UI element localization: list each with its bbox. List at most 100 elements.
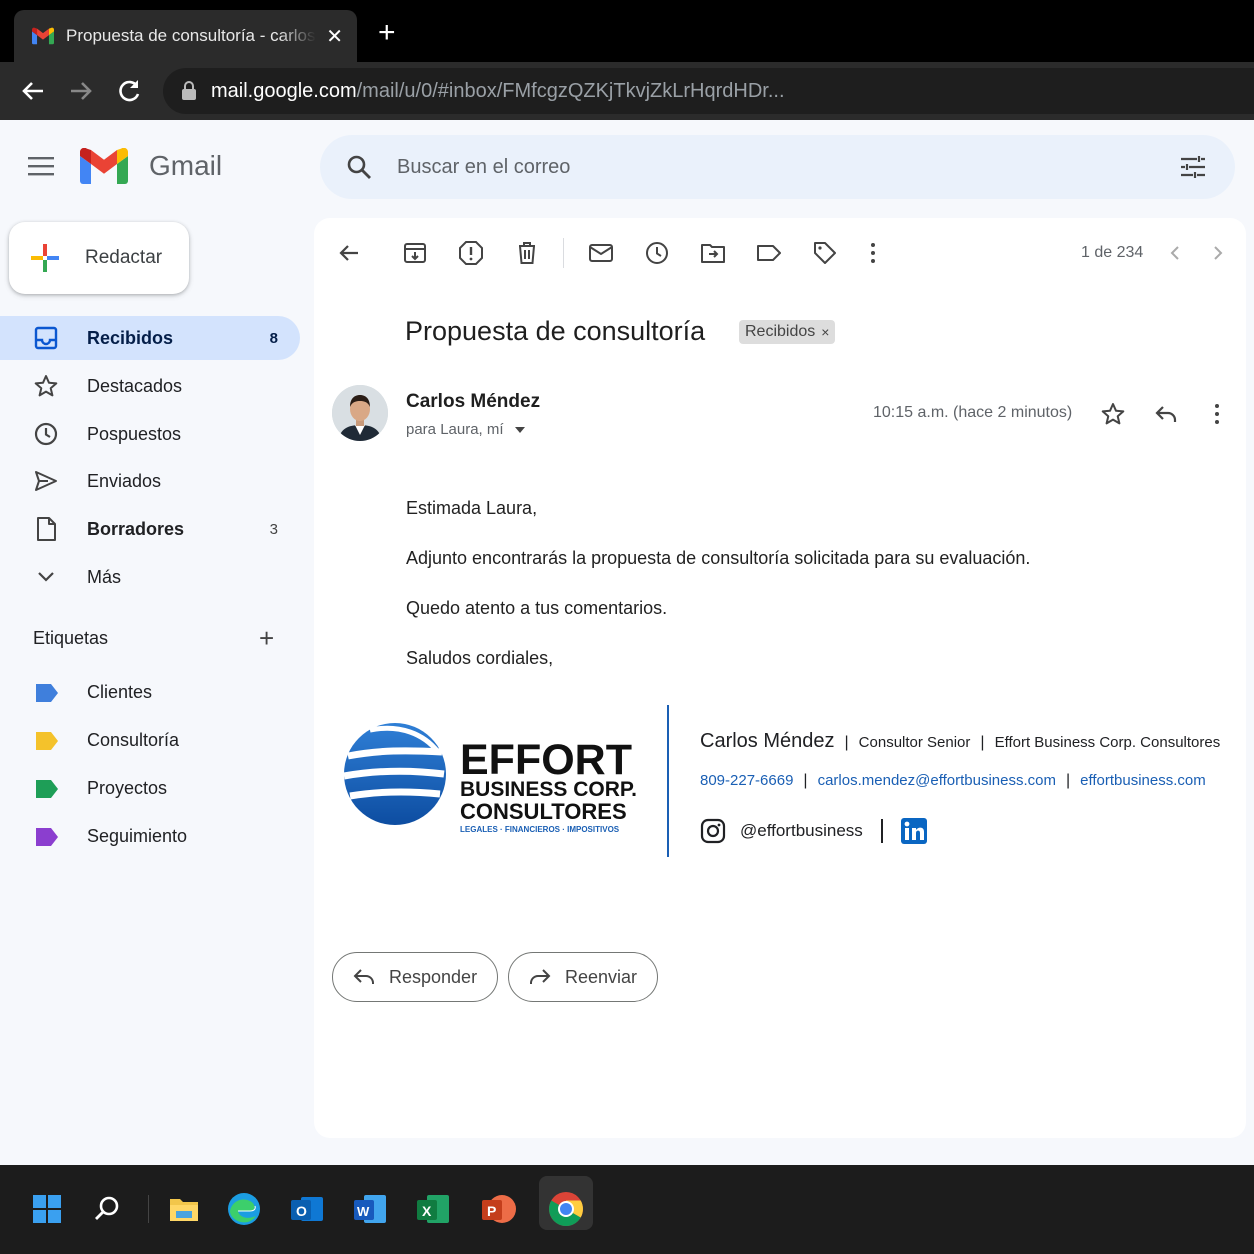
excel-icon[interactable]: X xyxy=(411,1187,455,1231)
reply-button[interactable]: Responder xyxy=(332,952,499,1002)
search-icon[interactable] xyxy=(85,1187,129,1231)
search-input[interactable]: Buscar en el correo xyxy=(397,156,570,179)
separator: | xyxy=(844,734,849,751)
reload-icon[interactable] xyxy=(114,76,144,106)
file-explorer-icon[interactable] xyxy=(162,1187,206,1231)
sidebar-item-label: Destacados xyxy=(87,375,183,396)
label-name: Seguimiento xyxy=(87,826,188,846)
search-options-icon[interactable] xyxy=(1180,155,1206,179)
sidebar-item-destacados[interactable]: Destacados xyxy=(0,364,300,408)
message-time: 10:15 a.m. (hace 2 minutos) xyxy=(873,404,1073,421)
label-tag-icon xyxy=(36,780,58,798)
delete-icon[interactable] xyxy=(514,240,540,266)
more-vert-icon[interactable] xyxy=(860,240,886,266)
sidebar-item-borradores[interactable]: Borradores 3 xyxy=(0,507,300,551)
tag-icon[interactable] xyxy=(812,240,838,266)
label-tag-icon xyxy=(36,828,58,846)
avatar[interactable] xyxy=(332,385,388,441)
windows-start-icon[interactable] xyxy=(25,1187,69,1231)
search-icon[interactable] xyxy=(346,154,372,180)
label-tag-icon xyxy=(36,684,58,702)
gmail-favicon-icon xyxy=(32,27,54,45)
signature-name: Carlos Méndez xyxy=(700,730,835,752)
forward-arrow-icon[interactable] xyxy=(66,76,96,106)
signature-email-link[interactable]: carlos.mendez@effortbusiness.com xyxy=(818,772,1056,789)
sidebar-item-label: Recibidos xyxy=(87,327,174,348)
more-vert-icon[interactable] xyxy=(1204,401,1230,427)
word-icon[interactable]: W xyxy=(348,1187,392,1231)
gmail-wordmark: Gmail xyxy=(149,150,223,181)
chrome-icon[interactable] xyxy=(544,1187,588,1231)
add-label-icon[interactable]: + xyxy=(259,624,274,652)
sidebar-item-label: Borradores xyxy=(87,518,185,539)
reply-icon[interactable] xyxy=(1153,401,1179,427)
svg-text:P: P xyxy=(487,1203,496,1219)
effort-logo: EFFORT BUSINESS CORP. CONSULTORES LEGALE… xyxy=(343,723,637,834)
browser-tab[interactable]: Propuesta de consultoría - carlos.mendez… xyxy=(14,10,357,62)
snooze-icon[interactable] xyxy=(644,240,670,266)
sidebar-item-label: Más xyxy=(87,566,122,587)
browser-tab-bar: Propuesta de consultoría - carlos.mendez… xyxy=(0,0,1254,62)
star-icon[interactable] xyxy=(1100,401,1126,427)
back-to-inbox-icon[interactable] xyxy=(336,240,362,266)
recipients[interactable]: para Laura, mí xyxy=(406,421,526,438)
logo-tagline: LEGALES · FINANCIEROS · IMPOSITIVOS xyxy=(460,825,620,834)
sidebar-item-mas[interactable]: Más xyxy=(0,555,300,599)
archive-icon[interactable] xyxy=(402,240,428,266)
gmail-logo-icon[interactable] xyxy=(80,148,128,184)
chevron-down-icon xyxy=(38,572,54,582)
folder-chip-label: Recibidos xyxy=(745,323,816,340)
powerpoint-icon[interactable]: P xyxy=(476,1187,520,1231)
signature-divider xyxy=(667,705,669,857)
logo-word: EFFORT xyxy=(460,736,632,784)
tab-close-icon[interactable]: ✕ xyxy=(326,24,343,49)
folder-chip[interactable]: Recibidos × xyxy=(739,320,836,344)
main-menu-icon[interactable] xyxy=(28,156,54,176)
remove-label-icon[interactable]: × xyxy=(821,324,829,340)
label-name: Consultoría xyxy=(87,730,180,750)
new-tab-icon[interactable]: + xyxy=(378,16,396,50)
sender-name[interactable]: Carlos Méndez xyxy=(406,391,540,413)
edge-browser-icon[interactable] xyxy=(222,1187,266,1231)
search-bar[interactable]: Buscar en el correo xyxy=(320,135,1235,199)
tab-title: Propuesta de consultoría - carlos.mendez… xyxy=(66,26,316,45)
sidebar-item-enviados[interactable]: Enviados xyxy=(0,459,300,503)
email-closing: Saludos cordiales, xyxy=(406,648,554,668)
label-item-consultoria[interactable]: Consultoría xyxy=(0,719,300,763)
signature-contacts: 809-227-6669 | carlos.mendez@effortbusin… xyxy=(700,772,1206,790)
instagram-handle[interactable]: @effortbusiness xyxy=(740,821,863,841)
lock-icon xyxy=(182,81,196,100)
sidebar-item-recibidos[interactable]: Recibidos 8 xyxy=(0,316,300,360)
forward-button[interactable]: Reenviar xyxy=(508,952,659,1002)
back-arrow-icon[interactable] xyxy=(18,76,48,106)
label-name: Proyectos xyxy=(87,778,168,798)
outlook-icon[interactable]: O xyxy=(285,1187,329,1231)
caret-down-icon[interactable] xyxy=(514,426,526,434)
unread-count: 8 xyxy=(269,329,278,347)
compose-button[interactable]: Redactar xyxy=(9,222,189,294)
signature-social: @effortbusiness xyxy=(700,818,927,844)
logo-line3: CONSULTORES xyxy=(460,799,627,824)
chevron-right-icon[interactable] xyxy=(1205,240,1231,266)
move-to-icon[interactable] xyxy=(700,240,726,266)
signature-identity: Carlos Méndez | Consultor Senior | Effor… xyxy=(700,730,1220,753)
star-icon xyxy=(34,375,58,397)
recipients-text: para Laura, mí xyxy=(406,421,504,438)
sidebar-item-pospuestos[interactable]: Pospuestos xyxy=(0,412,300,456)
label-item-seguimiento[interactable]: Seguimiento xyxy=(0,815,300,859)
email-greeting: Estimada Laura, xyxy=(406,498,538,518)
signature-website-link[interactable]: effortbusiness.com xyxy=(1080,772,1206,789)
mark-unread-icon[interactable] xyxy=(588,240,614,266)
signature-company: Effort Business Corp. Consultores xyxy=(994,734,1221,751)
signature-phone-link[interactable]: 809-227-6669 xyxy=(700,772,793,789)
label-item-proyectos[interactable]: Proyectos xyxy=(0,767,300,811)
inbox-icon xyxy=(34,326,58,350)
label-item-clientes[interactable]: Clientes xyxy=(0,671,300,715)
report-spam-icon[interactable] xyxy=(458,240,484,266)
linkedin-icon[interactable] xyxy=(900,818,927,844)
address-bar[interactable]: mail.google.com/mail/u/0/#inbox/FMfcgzQZ… xyxy=(163,68,1254,114)
chevron-left-icon[interactable] xyxy=(1162,240,1188,266)
instagram-icon[interactable] xyxy=(700,818,726,844)
label-icon[interactable] xyxy=(756,240,782,266)
email-body-line: Quedo atento a tus comentarios. xyxy=(406,598,668,618)
